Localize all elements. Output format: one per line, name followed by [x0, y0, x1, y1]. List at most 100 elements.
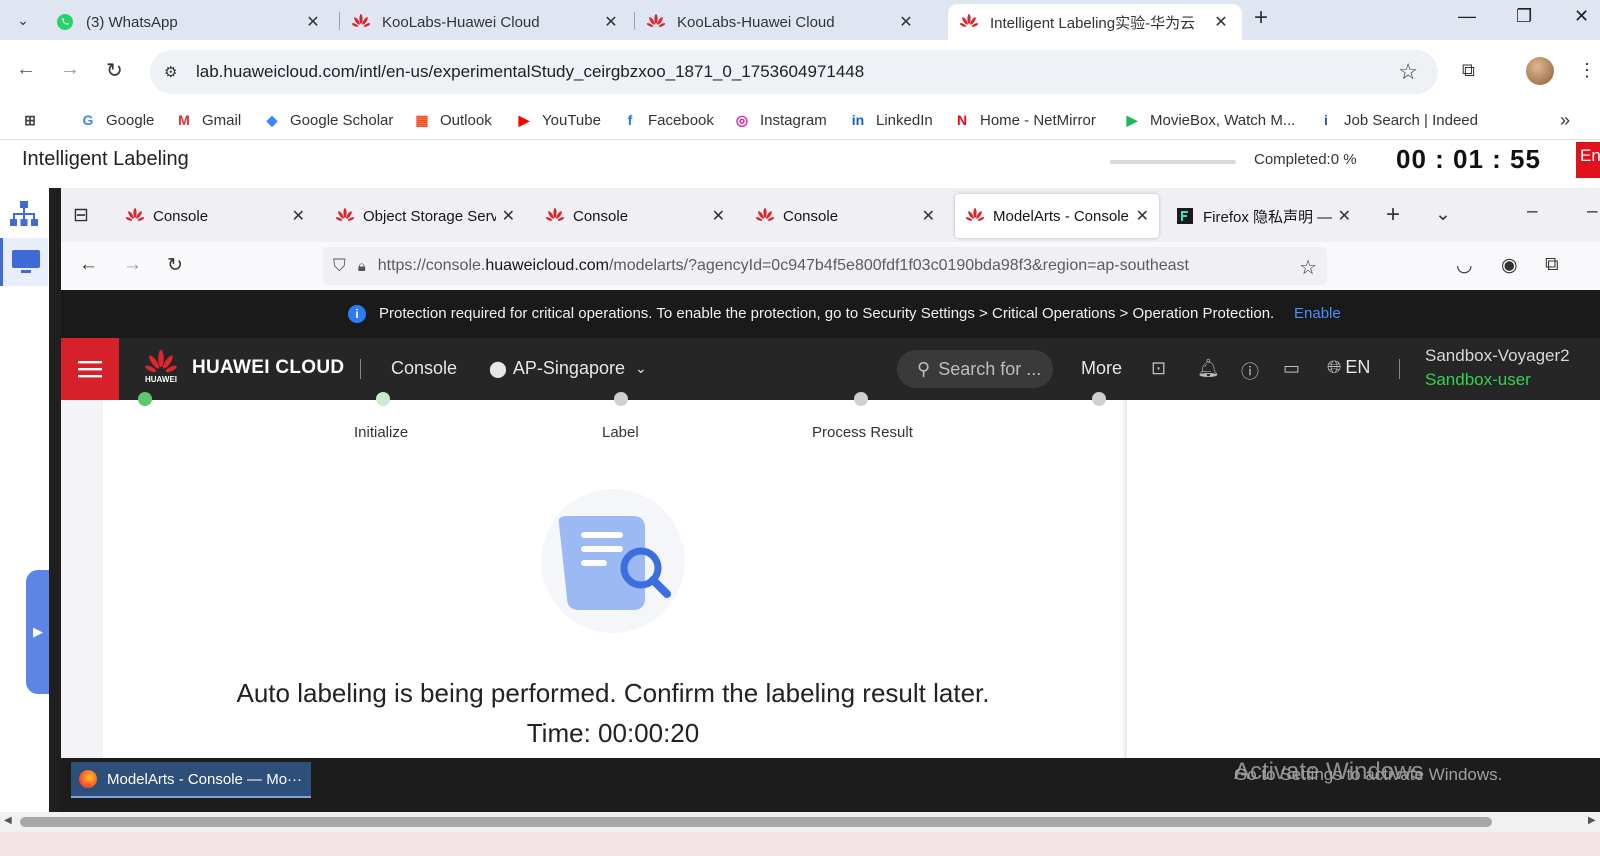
- close-tab-icon[interactable]: ✕: [897, 12, 915, 32]
- bookmark-moviebox[interactable]: ▶ MovieBox, Watch M...: [1122, 110, 1296, 130]
- feedback-icon[interactable]: ▭: [1283, 358, 1300, 379]
- end-lab-button[interactable]: En: [1576, 142, 1600, 178]
- cloud-shell-icon[interactable]: ⊡: [1151, 358, 1166, 379]
- labeling-page: Initialize Label Process Result Auto lab…: [61, 392, 1600, 758]
- extensions-icon[interactable]: ⧉: [1462, 60, 1475, 81]
- browser-tab-koolabs-1[interactable]: KooLabs-Huawei Cloud ✕: [340, 4, 632, 40]
- lab-sidebar: ▶: [0, 188, 50, 812]
- chevron-down-icon: ⌄: [634, 360, 647, 376]
- minimize-icon[interactable]: —: [1458, 6, 1476, 27]
- step-initialize: Initialize: [354, 424, 409, 441]
- remote-desktop[interactable]: ⊟ Console ✕ Object Storage Serv ✕ Consol…: [61, 188, 1600, 812]
- bookmark-facebook[interactable]: f Facebook: [620, 110, 714, 130]
- more-menu[interactable]: More: [1081, 358, 1122, 379]
- new-tab-icon[interactable]: +: [1254, 4, 1268, 32]
- reload-icon[interactable]: ↻: [106, 58, 123, 83]
- tab-search-button[interactable]: ⌄: [8, 6, 38, 34]
- address-bar[interactable]: ⚙ lab.huaweicloud.com/intl/en-us/experim…: [150, 50, 1438, 94]
- bookmark-youtube[interactable]: ▶ YouTube: [514, 110, 601, 130]
- site-info-icon[interactable]: ⚙: [164, 63, 186, 81]
- console-search[interactable]: ⚲ Search for ...: [897, 350, 1053, 388]
- browser-tab-koolabs-2[interactable]: KooLabs-Huawei Cloud ✕: [635, 4, 927, 40]
- region-selector[interactable]: ⬤ AP-Singapore ⌄: [489, 358, 647, 379]
- reload-icon[interactable]: ↻: [167, 254, 183, 277]
- globe-icon: 🌐︎: [1327, 357, 1342, 377]
- firefox-tab-modelarts[interactable]: ModelArts - Console ✕: [955, 194, 1159, 238]
- scroll-right-icon[interactable]: ▶: [1588, 815, 1596, 826]
- tab-label: Console: [783, 207, 839, 225]
- close-tab-icon[interactable]: ✕: [304, 12, 322, 32]
- side-panel: [1125, 400, 1600, 758]
- tab-label: Intelligent Labeling实验-华为云: [990, 14, 1196, 32]
- bookmark-outlook[interactable]: ▦ Outlook: [412, 110, 491, 130]
- hamburger-menu-icon[interactable]: [61, 338, 119, 400]
- back-icon[interactable]: ←: [16, 58, 36, 81]
- close-tab-icon[interactable]: ✕: [1212, 12, 1230, 32]
- profile-avatar[interactable]: [1526, 57, 1554, 85]
- shield-icon[interactable]: ⛉: [333, 256, 346, 276]
- desktop-icon[interactable]: [0, 238, 48, 286]
- moviebox-icon: ▶: [1126, 111, 1138, 128]
- firefox-tab-console-2[interactable]: Console ✕: [535, 194, 735, 238]
- bookmark-netmirror[interactable]: N Home - NetMirror: [952, 110, 1096, 130]
- minimize-icon[interactable]: –: [1527, 201, 1538, 223]
- google-icon: G: [82, 112, 94, 128]
- account-role: Sandbox-user: [1425, 370, 1531, 389]
- bookmark-google[interactable]: G Google: [78, 110, 155, 130]
- firefox-tab-console-3[interactable]: Console ✕: [745, 194, 945, 238]
- new-tab-icon[interactable]: +: [1386, 201, 1400, 229]
- more-bookmarks-icon[interactable]: »: [1560, 110, 1570, 131]
- maximize-icon[interactable]: –: [1587, 201, 1598, 223]
- close-tab-icon[interactable]: ✕: [1338, 206, 1351, 226]
- bookmark-google-scholar[interactable]: ◆ Google Scholar: [262, 110, 394, 130]
- close-tab-icon[interactable]: ✕: [922, 206, 935, 226]
- menu-icon[interactable]: ⋮: [1578, 60, 1596, 81]
- account-name[interactable]: Sandbox-Voyager2: [1425, 346, 1570, 366]
- tab-list-icon[interactable]: ⌄: [1435, 203, 1451, 226]
- apps-icon[interactable]: ⊞: [20, 110, 48, 130]
- forward-icon[interactable]: →: [60, 58, 80, 81]
- pocket-icon[interactable]: ◡: [1456, 254, 1473, 277]
- expand-panel-icon[interactable]: ▶: [26, 570, 50, 694]
- firefox-tab-privacy[interactable]: Firefox 隐私声明 — ✕: [1165, 194, 1361, 238]
- topology-icon[interactable]: [0, 190, 48, 238]
- scrollbar-thumb[interactable]: [20, 817, 1492, 827]
- console-link[interactable]: Console: [391, 358, 457, 379]
- bookmark-instagram[interactable]: ◎ Instagram: [732, 110, 827, 130]
- bookmark-indeed[interactable]: i Job Search | Indeed: [1316, 110, 1478, 130]
- firefox-view-icon[interactable]: ⊟: [73, 204, 89, 227]
- notification-bell-icon[interactable]: 🔔︎: [1197, 358, 1220, 379]
- huawei-icon: [647, 13, 665, 31]
- bookmark-gmail[interactable]: M Gmail: [174, 110, 241, 130]
- firefox-address-bar[interactable]: ⛉ 🔒︎ https://console.huaweicloud.com/mod…: [323, 247, 1327, 285]
- account-icon[interactable]: ◉: [1501, 254, 1518, 277]
- lock-icon[interactable]: 🔒︎: [358, 258, 366, 275]
- restore-icon[interactable]: ❐: [1516, 6, 1532, 27]
- close-tab-icon[interactable]: ✕: [1136, 206, 1149, 226]
- firefox-tab-console-1[interactable]: Console ✕: [115, 194, 315, 238]
- firefox-tab-object-storage[interactable]: Object Storage Serv ✕: [325, 194, 525, 238]
- help-icon[interactable]: ⓘ: [1241, 358, 1259, 384]
- browser-tab-intelligent-labeling[interactable]: Intelligent Labeling实验-华为云 ✕: [948, 4, 1242, 40]
- scroll-left-icon[interactable]: ◀: [4, 815, 12, 826]
- extensions-icon[interactable]: ⧉: [1545, 254, 1559, 276]
- outlook-icon: ▦: [415, 111, 429, 128]
- close-tab-icon[interactable]: ✕: [602, 12, 620, 32]
- close-tab-icon[interactable]: ✕: [292, 206, 305, 226]
- browser-tab-whatsapp[interactable]: (3) WhatsApp ✕: [44, 4, 334, 40]
- close-tab-icon[interactable]: ✕: [502, 206, 515, 226]
- horizontal-scrollbar[interactable]: ◀ ▶: [0, 812, 1600, 832]
- forward-icon[interactable]: →: [123, 254, 142, 276]
- back-icon[interactable]: ←: [79, 254, 98, 276]
- huawei-logo[interactable]: HUAWEI: [143, 350, 179, 388]
- language-selector[interactable]: 🌐︎ EN: [1327, 357, 1370, 378]
- close-tab-icon[interactable]: ✕: [712, 206, 725, 226]
- taskbar-firefox-window[interactable]: ModelArts - Console — Mo···: [71, 762, 311, 798]
- brand-name[interactable]: HUAWEI CLOUD: [192, 357, 344, 379]
- close-window-icon[interactable]: ✕: [1574, 6, 1589, 27]
- bookmark-star-icon[interactable]: ☆: [1299, 255, 1317, 280]
- bookmark-linkedin[interactable]: in LinkedIn: [848, 110, 933, 130]
- bookmark-star-icon[interactable]: ☆: [1398, 59, 1418, 85]
- enable-protection-link[interactable]: Enable: [1294, 305, 1341, 322]
- tab-label: KooLabs-Huawei Cloud: [677, 13, 835, 31]
